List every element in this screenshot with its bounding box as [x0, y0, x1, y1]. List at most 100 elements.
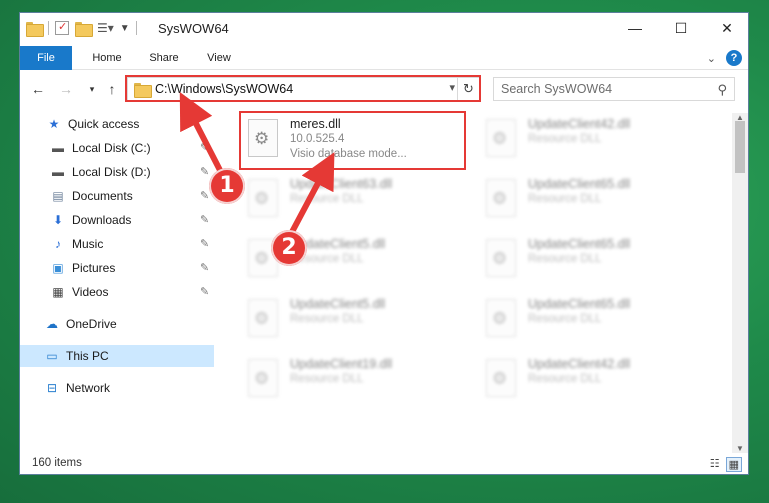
- pin-icon[interactable]: ✎: [200, 185, 209, 207]
- file-description: Resource DLL: [528, 253, 602, 265]
- dll-file-icon: [248, 299, 278, 337]
- pin-icon[interactable]: ✎: [200, 233, 209, 255]
- file-tile[interactable]: UpdateClient5.dll Resource DLL: [242, 293, 466, 345]
- status-bar: 160 items ☷ ▦: [20, 453, 748, 475]
- documents-icon: ▤: [52, 189, 64, 203]
- sidebar-item-local-disk-d[interactable]: ▬ Local Disk (D:) ✎: [50, 161, 218, 183]
- ribbon-controls: ⌄ ?: [707, 50, 742, 66]
- dll-file-icon: [486, 119, 516, 157]
- file-tile[interactable]: UpdateClient63.dll Resource DLL: [242, 173, 466, 225]
- file-name: UpdateClient65.dll: [528, 297, 631, 311]
- dll-file-icon: [248, 179, 278, 217]
- music-icon: ♪: [55, 237, 61, 251]
- minimize-button[interactable]: —: [612, 13, 658, 43]
- file-highlight-box: [239, 111, 466, 170]
- sidebar-item-quick-access[interactable]: ★ Quick access: [46, 113, 206, 135]
- dll-file-icon: [486, 239, 516, 277]
- help-icon[interactable]: ?: [726, 50, 742, 66]
- file-tile[interactable]: UpdateClient19.dll Resource DLL: [242, 353, 466, 405]
- large-icons-view-icon[interactable]: ▦: [725, 457, 742, 472]
- network-icon: ⊟: [46, 381, 58, 395]
- tab-view[interactable]: View: [196, 46, 242, 70]
- step-badge-1: 1: [209, 168, 245, 204]
- file-tile[interactable]: UpdateClient65.dll Resource DLL: [480, 293, 704, 345]
- properties-icon[interactable]: ✓: [55, 21, 69, 35]
- pin-icon[interactable]: ✎: [200, 209, 209, 231]
- scrollbar-thumb[interactable]: [735, 121, 745, 173]
- sidebar-item-label: Music: [72, 237, 104, 251]
- pin-icon[interactable]: ✎: [200, 257, 209, 279]
- sidebar-item-this-pc[interactable]: ▭ This PC: [20, 345, 214, 367]
- search-icon[interactable]: ⚲: [717, 82, 727, 98]
- sidebar-item-label: Pictures: [72, 261, 116, 275]
- pictures-icon: ▣: [52, 261, 64, 275]
- maximize-button[interactable]: ☐: [658, 13, 704, 43]
- view-toggles: ☷ ▦: [710, 457, 742, 472]
- downloads-icon: ⬇: [52, 213, 64, 227]
- sidebar-item-onedrive[interactable]: ☁ OneDrive: [44, 313, 204, 335]
- tab-home[interactable]: Home: [80, 46, 134, 70]
- up-arrow-icon[interactable]: ↑: [102, 79, 122, 99]
- file-name: UpdateClient5.dll: [290, 297, 386, 311]
- file-tile[interactable]: UpdateClient65.dll Resource DLL: [480, 173, 704, 225]
- forward-arrow-icon[interactable]: →: [56, 79, 76, 99]
- sidebar-item-videos[interactable]: ▦ Videos ✎: [50, 281, 218, 303]
- title-bar: ✓ ☰▾ ▼ SysWOW64 — ☐ ✕: [20, 13, 748, 43]
- pin-icon[interactable]: ✎: [200, 161, 209, 183]
- sidebar-item-label: OneDrive: [66, 317, 117, 331]
- file-description: Resource DLL: [528, 133, 602, 145]
- videos-icon: ▦: [52, 285, 64, 299]
- drive-icon: ▬: [52, 165, 64, 179]
- file-name: UpdateClient42.dll: [528, 357, 631, 371]
- navigation-pane: ★ Quick access ▬ Local Disk (C:) ✎ ▬ Loc…: [20, 113, 214, 453]
- close-button[interactable]: ✕: [704, 13, 750, 43]
- file-name: UpdateClient19.dll: [290, 357, 393, 371]
- search-input[interactable]: Search SysWOW64 ⚲: [493, 77, 735, 101]
- file-description: Resource DLL: [290, 313, 364, 325]
- file-tile[interactable]: UpdateClient65.dll Resource DLL: [480, 233, 704, 285]
- new-folder-icon[interactable]: [75, 21, 93, 37]
- computer-icon: ▭: [46, 349, 58, 363]
- window-title: SysWOW64: [158, 21, 229, 36]
- tab-file[interactable]: File: [20, 46, 72, 70]
- file-tile[interactable]: UpdateClient42.dll Resource DLL: [480, 353, 704, 405]
- dll-file-icon: [486, 179, 516, 217]
- dll-file-icon: [486, 359, 516, 397]
- pin-icon[interactable]: ✎: [200, 281, 209, 303]
- drive-icon: ▬: [52, 141, 64, 155]
- dropdown-arrow-icon[interactable]: ▼: [120, 23, 130, 34]
- star-icon: ★: [48, 117, 60, 131]
- vertical-scrollbar[interactable]: ▲ ▼: [732, 113, 748, 453]
- customize-icon[interactable]: ☰▾: [97, 21, 114, 35]
- ribbon-tabs: File Home Share View ⌄ ?: [20, 46, 748, 70]
- file-name: UpdateClient65.dll: [528, 237, 631, 251]
- back-arrow-icon[interactable]: ←: [28, 79, 48, 99]
- scroll-down-icon[interactable]: ▼: [732, 444, 748, 453]
- sidebar-item-documents[interactable]: ▤ Documents ✎: [50, 185, 218, 207]
- sidebar-item-local-disk-c[interactable]: ▬ Local Disk (C:) ✎: [50, 137, 218, 159]
- recent-locations-icon[interactable]: ▾: [82, 79, 102, 99]
- toolbar-separator: [48, 21, 49, 35]
- cloud-icon: ☁: [46, 317, 58, 331]
- sidebar-item-downloads[interactable]: ⬇ Downloads ✎: [50, 209, 218, 231]
- file-tile[interactable]: UpdateClient42.dll Resource DLL: [480, 113, 704, 165]
- dll-file-icon: [486, 299, 516, 337]
- sidebar-item-label: Downloads: [72, 213, 132, 227]
- sidebar-item-network[interactable]: ⊟ Network: [44, 377, 204, 399]
- sidebar-item-music[interactable]: ♪ Music ✎: [50, 233, 218, 255]
- file-description: Resource DLL: [290, 193, 364, 205]
- sidebar-item-label: Documents: [72, 189, 133, 203]
- step-badge-2: 2: [271, 230, 307, 266]
- file-name: UpdateClient65.dll: [528, 177, 631, 191]
- sidebar-item-pictures[interactable]: ▣ Pictures ✎: [50, 257, 218, 279]
- tab-share[interactable]: Share: [138, 46, 190, 70]
- expand-ribbon-icon[interactable]: ⌄: [707, 52, 716, 65]
- quick-access-toolbar: ✓ ☰▾ ▼: [26, 19, 137, 37]
- search-placeholder: Search SysWOW64: [501, 82, 613, 96]
- file-description: Resource DLL: [528, 373, 602, 385]
- sidebar-item-label: Videos: [72, 285, 109, 299]
- toolbar-separator: [135, 21, 137, 35]
- pin-icon[interactable]: ✎: [200, 137, 209, 159]
- details-view-icon[interactable]: ☷: [710, 457, 720, 472]
- address-highlight-box: [125, 75, 481, 102]
